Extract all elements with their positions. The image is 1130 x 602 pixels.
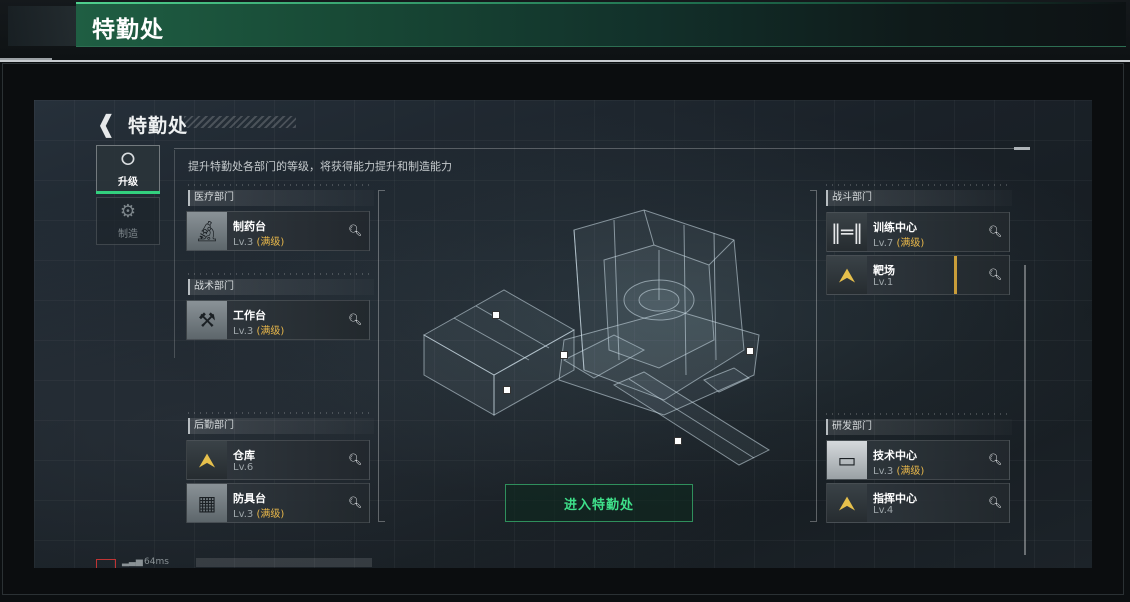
dept-header-logistics: 后勤部门 [188,418,374,434]
tab-upgrade-label: 升级 [118,177,138,188]
search-icon[interactable]: 🔍︎ [987,224,1003,240]
chevron-rank-icon: ⮝ [187,441,227,479]
enter-facility-button[interactable]: 进入特勤处 [505,484,693,522]
search-icon[interactable]: 🔍︎ [987,267,1003,283]
page-title: 特勤处 [128,115,189,137]
tab-craft-label: 制造 [118,229,138,240]
banner-title: 特勤处 [92,17,164,43]
facility-marker[interactable] [492,311,500,319]
facility-level: Lv.3 (满级) [233,326,285,337]
dept-tick [188,273,372,275]
search-icon[interactable]: 🔍︎ [347,452,363,468]
cubes-icon: ▦ [187,484,227,522]
title-hatch-decoration [184,116,296,128]
banner-decoration [8,6,76,46]
gears-icon: ⚙ [119,201,137,222]
facility-card-warehouse[interactable]: ⮝ 仓库 Lv.6 🔍︎ [186,440,370,480]
gold-chevrons-icon: ⮝ [827,484,867,522]
upgrade-icon: ⭘ [120,149,136,170]
gold-rank-icon: ⮝ [827,256,867,294]
tab-upgrade[interactable]: ⭘ 升级 [96,145,160,194]
facility-name: 制药台 [233,220,266,233]
signal-icon: ▂▃▅ [122,557,143,567]
search-icon[interactable]: 🔍︎ [987,452,1003,468]
facility-card-shooting-range[interactable]: ⮝ 靶场 Lv.1 🔍︎ [826,255,1010,295]
facility-marker[interactable] [674,437,682,445]
facility-card-tech-center[interactable]: ▭ 技术中心 Lv.3 (满级) 🔍︎ [826,440,1010,480]
game-screen: ❰ 特勤处 提升特勤处各部门的等级，将获得能力提升和制造能力 ⭘ 升级 ⚙ 制造… [34,100,1092,568]
search-icon[interactable]: 🔍︎ [347,495,363,511]
dept-header-tactical: 战术部门 [188,279,374,295]
hammer-wrench-icon: ⚒ [187,301,227,339]
facility-level: Lv.1 [873,277,894,288]
facility-level: Lv.4 [873,505,894,516]
ping-readout: 64ms [144,557,169,567]
facility-card-pharmacy[interactable]: 🔬︎ 制药台 Lv.3 (满级) 🔍︎ [186,211,370,251]
facility-name: 工作台 [233,309,266,322]
facility-wireframe [422,209,771,466]
facility-card-training-center[interactable]: ‖═‖ 训练中心 Lv.7 (满级) 🔍︎ [826,212,1010,252]
facility-name: 指挥中心 [873,492,917,505]
facility-card-workbench[interactable]: ⚒ 工作台 Lv.3 (满级) 🔍︎ [186,300,370,340]
top-banner: 特勤处 [0,0,1130,60]
monitor-icon: ▭ [827,441,867,479]
search-icon[interactable]: 🔍︎ [987,495,1003,511]
header-dash [1014,147,1030,150]
facility-level: Lv.3 (满级) [233,237,285,248]
upgrade-progress-bar [954,256,957,294]
facility-name: 技术中心 [873,449,917,462]
battery-icon [96,559,116,568]
title-plate: 特勤处 [76,2,1126,47]
facility-marker[interactable] [560,351,568,359]
facility-card-command-center[interactable]: ⮝ 指挥中心 Lv.4 🔍︎ [826,483,1010,523]
tab-craft[interactable]: ⚙ 制造 [96,197,160,245]
facility-card-armor-bench[interactable]: ▦ 防具台 Lv.3 (满级) 🔍︎ [186,483,370,523]
facility-level: Lv.3 (满级) [233,509,285,520]
facility-name: 训练中心 [873,221,917,234]
dept-header-medical: 医疗部门 [188,190,374,206]
banner-divider [0,58,1130,62]
scrollbar[interactable] [1024,265,1026,555]
center-bracket-left [378,190,385,522]
facility-marker[interactable] [503,386,511,394]
blurred-info [196,558,372,567]
dept-tick [826,413,1010,415]
facility-level: Lv.7 (满级) [873,238,925,249]
search-icon[interactable]: 🔍︎ [347,223,363,239]
facility-marker[interactable] [746,347,754,355]
facility-name: 防具台 [233,492,266,505]
facility-name: 仓库 [233,449,255,462]
dumbbell-icon: ‖═‖ [827,213,867,251]
dept-tick [188,184,372,186]
facility-level: Lv.3 (满级) [873,466,925,477]
dept-tick [188,412,372,414]
back-arrow-icon[interactable]: ❰ [96,110,116,138]
page-description: 提升特勤处各部门的等级，将获得能力提升和制造能力 [188,160,452,173]
center-bracket-right [810,190,817,522]
header-divider [174,148,1024,149]
dept-tick [826,184,1010,186]
microscope-icon: 🔬︎ [187,212,227,250]
facility-name: 靶场 [873,264,895,277]
tab-divider [174,150,175,358]
dept-header-combat: 战斗部门 [826,190,1012,206]
dept-header-research: 研发部门 [826,419,1012,435]
search-icon[interactable]: 🔍︎ [347,312,363,328]
facility-level: Lv.6 [233,462,254,473]
